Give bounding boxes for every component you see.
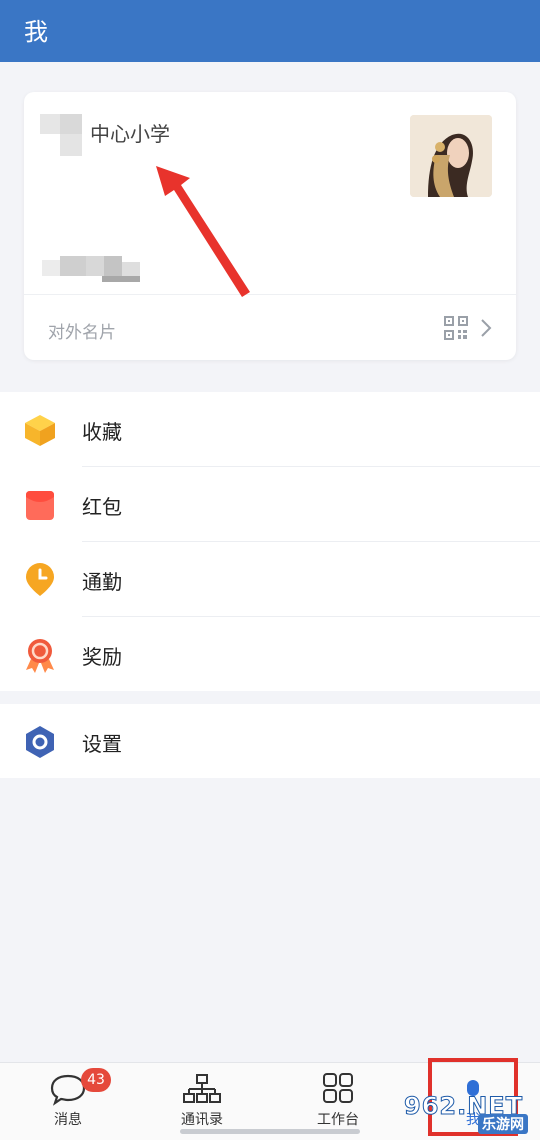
menu-item-label: 通勤 [82, 570, 122, 594]
menu-item-red-packet[interactable]: 红包 [0, 467, 540, 542]
tab-label: 工作台 [317, 1112, 359, 1128]
top-header: 我 [0, 0, 540, 62]
red-packet-icon [26, 491, 54, 520]
menu-item-label: 收藏 [82, 420, 122, 444]
org-name: 中心小学 [90, 122, 170, 146]
menu-item-commute[interactable]: 通勤 [0, 542, 540, 617]
menu-item-favorites[interactable]: 收藏 [0, 392, 540, 467]
menu-item-label: 设置 [82, 732, 122, 756]
profile-card[interactable]: 中心小学 对外名片 [24, 92, 516, 360]
avatar[interactable] [410, 115, 492, 197]
highlight-box [428, 1058, 518, 1136]
page-title: 我 [24, 18, 48, 46]
chevron-right-icon[interactable] [478, 316, 494, 340]
redacted-user-info [42, 256, 142, 282]
settings-group: 设置 [0, 704, 540, 778]
commute-clock-icon [26, 563, 54, 596]
menu-item-label: 红包 [82, 495, 122, 519]
external-card-label[interactable]: 对外名片 [48, 318, 116, 343]
reward-medal-icon [26, 639, 54, 673]
tab-label: 通讯录 [181, 1112, 223, 1128]
menu-group: 收藏 红包 通勤 奖励 [0, 392, 540, 691]
redacted-school-prefix [40, 114, 86, 158]
settings-hex-icon [26, 726, 54, 758]
menu-item-reward[interactable]: 奖励 [0, 617, 540, 692]
avatar-photo [410, 115, 492, 197]
org-chart-icon [183, 1074, 221, 1103]
home-indicator[interactable] [180, 1129, 360, 1134]
favorite-cube-icon [25, 415, 55, 446]
tab-label: 消息 [54, 1112, 82, 1128]
menu-item-label: 奖励 [82, 645, 122, 669]
menu-item-settings[interactable]: 设置 [0, 704, 540, 779]
grid-icon [323, 1073, 353, 1103]
qr-code-icon[interactable] [444, 316, 468, 340]
card-divider [24, 294, 516, 295]
unread-badge: 43 [81, 1068, 111, 1092]
